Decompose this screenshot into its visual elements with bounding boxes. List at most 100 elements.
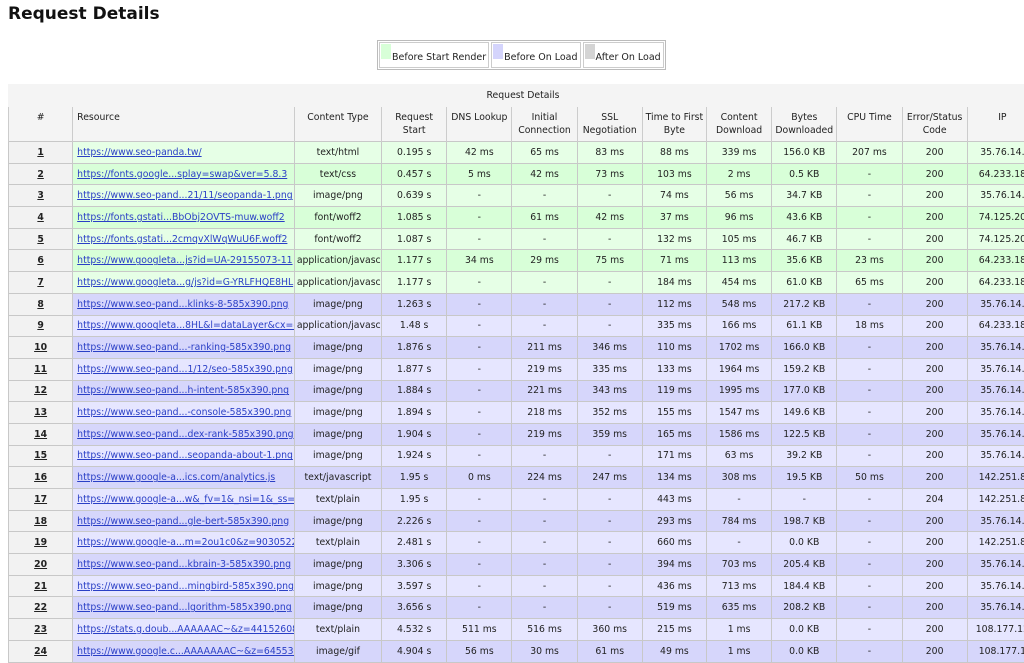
resource-link[interactable]: https://www.seo-pand...seopanda-about-1.… (77, 450, 293, 461)
resource-link[interactable]: https://fonts.gstati...2cmqvXlWqWuU6F.wo… (77, 234, 287, 245)
cell-resource-url[interactable]: https://www.seo-pand...dex-rank-585x390.… (73, 423, 295, 445)
request-number-link[interactable]: 21 (34, 581, 47, 592)
resource-link[interactable]: https://www.seo-pand...klinks-8-585x390.… (77, 299, 288, 310)
resource-link[interactable]: https://www.google.c...AAAAAAAC~&z=64553… (77, 646, 294, 657)
cell-request-number[interactable]: 11 (9, 358, 73, 380)
request-number-link[interactable]: 12 (34, 385, 47, 396)
request-number-link[interactable]: 2 (37, 169, 43, 180)
request-number-link[interactable]: 4 (37, 212, 43, 223)
request-number-link[interactable]: 1 (37, 147, 43, 158)
resource-link[interactable]: https://www.seo-pand...kbrain-3-585x390.… (77, 559, 291, 570)
resource-link[interactable]: https://www.seo-pand...h-intent-585x390.… (77, 385, 289, 396)
request-number-link[interactable]: 3 (37, 190, 43, 201)
request-number-link[interactable]: 10 (34, 342, 47, 353)
cell-resource-url[interactable]: https://www.seo-pand...seopanda-about-1.… (73, 445, 295, 467)
cell-resource-url[interactable]: https://www.seo-pand...kbrain-3-585x390.… (73, 554, 295, 576)
cell-resource-url[interactable]: https://www.google-a...m=2ou1c0&z=903052… (73, 532, 295, 554)
resource-link[interactable]: https://www.seo-pand...1/12/seo-585x390.… (77, 364, 293, 375)
cell-resource-url[interactable]: https://www.seo-pand...21/11/seopanda-1.… (73, 185, 295, 207)
resource-link[interactable]: https://www.googleta...js?id=UA-29155073… (77, 255, 292, 266)
resource-link[interactable]: https://www.seo-panda.tw/ (77, 147, 201, 158)
resource-link[interactable]: https://www.seo-pand...gle-bert-585x390.… (77, 516, 289, 527)
resource-link[interactable]: https://www.seo-pand...-ranking-585x390.… (77, 342, 291, 353)
cell-request-number[interactable]: 6 (9, 250, 73, 272)
request-number-link[interactable]: 17 (34, 494, 47, 505)
cell-request-number[interactable]: 3 (9, 185, 73, 207)
request-number-link[interactable]: 18 (34, 516, 47, 527)
cell-request-number[interactable]: 1 (9, 142, 73, 164)
cell-request-number[interactable]: 23 (9, 619, 73, 641)
request-number-link[interactable]: 6 (37, 255, 43, 266)
cell-request-number[interactable]: 24 (9, 640, 73, 662)
request-number-link[interactable]: 9 (37, 320, 43, 331)
cell-resource-url[interactable]: https://www.seo-pand...-ranking-585x390.… (73, 337, 295, 359)
cell-request-number[interactable]: 10 (9, 337, 73, 359)
request-number-link[interactable]: 24 (34, 646, 47, 657)
resource-link[interactable]: https://fonts.google...splay=swap&ver=5.… (77, 169, 287, 180)
resource-link[interactable]: https://www.google-a...ics.com/analytics… (77, 472, 275, 483)
cell-request-number[interactable]: 19 (9, 532, 73, 554)
request-number-link[interactable]: 11 (34, 364, 47, 375)
request-number-link[interactable]: 15 (34, 450, 47, 461)
cell-request-number[interactable]: 14 (9, 423, 73, 445)
cell-request-number[interactable]: 16 (9, 467, 73, 489)
cell-resource-url[interactable]: https://www.googleta...8HL&l=dataLayer&c… (73, 315, 295, 337)
cell-request-number[interactable]: 7 (9, 272, 73, 294)
resource-link[interactable]: https://www.google-a...w&_fv=1&_nsi=1&_s… (77, 494, 294, 505)
request-number-link[interactable]: 13 (34, 407, 47, 418)
cell-resource-url[interactable]: https://www.seo-pand...gle-bert-585x390.… (73, 510, 295, 532)
cell-content-download: 713 ms (706, 575, 771, 597)
cell-request-number[interactable]: 2 (9, 163, 73, 185)
cell-request-number[interactable]: 21 (9, 575, 73, 597)
cell-resource-url[interactable]: https://www.google-a...w&_fv=1&_nsi=1&_s… (73, 489, 295, 511)
resource-link[interactable]: https://www.seo-pand...dex-rank-585x390.… (77, 429, 293, 440)
cell-request-number[interactable]: 5 (9, 228, 73, 250)
cell-resource-url[interactable]: https://fonts.gstati...2cmqvXlWqWuU6F.wo… (73, 228, 295, 250)
resource-link[interactable]: https://www.seo-pand...lgorithm-585x390.… (77, 602, 291, 613)
cell-request-number[interactable]: 8 (9, 293, 73, 315)
resource-link[interactable]: https://www.seo-pand...-console-585x390.… (77, 407, 291, 418)
cell-request-number[interactable]: 17 (9, 489, 73, 511)
cell-resource-url[interactable]: https://www.seo-pand...-console-585x390.… (73, 402, 295, 424)
resource-link[interactable]: https://www.google-a...m=2ou1c0&z=903052… (77, 537, 294, 548)
request-number-link[interactable]: 7 (37, 277, 43, 288)
request-number-link[interactable]: 19 (34, 537, 47, 548)
col-header-status-code: Error/Status Code (902, 107, 967, 142)
request-number-link[interactable]: 14 (34, 429, 47, 440)
cell-resource-url[interactable]: https://fonts.google...splay=swap&ver=5.… (73, 163, 295, 185)
cell-resource-url[interactable]: https://www.seo-pand...lgorithm-585x390.… (73, 597, 295, 619)
resource-link[interactable]: https://www.googleta...g/js?id=G-YRLFHQE… (77, 277, 293, 288)
cell-resource-url[interactable]: https://www.googleta...g/js?id=G-YRLFHQE… (73, 272, 295, 294)
resource-link[interactable]: https://www.seo-pand...mingbird-585x390.… (77, 581, 294, 592)
cell-request-number[interactable]: 15 (9, 445, 73, 467)
cell-request-number[interactable]: 4 (9, 207, 73, 229)
cell-resource-url[interactable]: https://www.google-a...ics.com/analytics… (73, 467, 295, 489)
cell-resource-url[interactable]: https://stats.g.doub...AAAAAAC~&z=441526… (73, 619, 295, 641)
request-number-link[interactable]: 23 (34, 624, 47, 635)
request-number-link[interactable]: 5 (37, 234, 43, 245)
cell-resource-url[interactable]: https://www.seo-pand...1/12/seo-585x390.… (73, 358, 295, 380)
cell-request-number[interactable]: 12 (9, 380, 73, 402)
cell-resource-url[interactable]: https://www.seo-pand...klinks-8-585x390.… (73, 293, 295, 315)
request-number-link[interactable]: 20 (34, 559, 47, 570)
resource-link[interactable]: https://www.seo-pand...21/11/seopanda-1.… (77, 190, 292, 201)
cell-resource-url[interactable]: https://www.seo-panda.tw/ (73, 142, 295, 164)
cell-request-number[interactable]: 9 (9, 315, 73, 337)
cell-request-number[interactable]: 18 (9, 510, 73, 532)
cell-initial-connection: - (512, 510, 577, 532)
cell-resource-url[interactable]: https://www.googleta...js?id=UA-29155073… (73, 250, 295, 272)
cell-request-number[interactable]: 13 (9, 402, 73, 424)
request-number-link[interactable]: 8 (37, 299, 43, 310)
resource-link[interactable]: https://www.googleta...8HL&l=dataLayer&c… (77, 320, 294, 331)
request-number-link[interactable]: 16 (34, 472, 47, 483)
cell-request-start: 1.904 s (382, 423, 447, 445)
cell-resource-url[interactable]: https://www.seo-pand...h-intent-585x390.… (73, 380, 295, 402)
cell-resource-url[interactable]: https://fonts.gstati...BbObj2OVTS-muw.wo… (73, 207, 295, 229)
cell-request-number[interactable]: 22 (9, 597, 73, 619)
cell-resource-url[interactable]: https://www.seo-pand...mingbird-585x390.… (73, 575, 295, 597)
resource-link[interactable]: https://fonts.gstati...BbObj2OVTS-muw.wo… (77, 212, 285, 223)
request-number-link[interactable]: 22 (34, 602, 47, 613)
resource-link[interactable]: https://stats.g.doub...AAAAAAC~&z=441526… (77, 624, 294, 635)
cell-request-number[interactable]: 20 (9, 554, 73, 576)
cell-resource-url[interactable]: https://www.google.c...AAAAAAAC~&z=64553… (73, 640, 295, 662)
